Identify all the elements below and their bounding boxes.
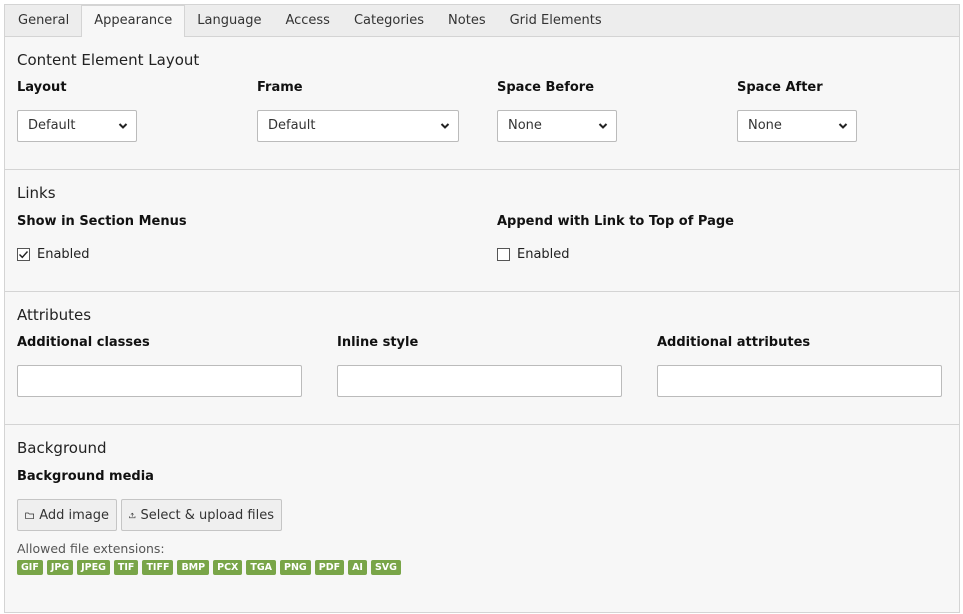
tab-access[interactable]: Access bbox=[273, 5, 342, 36]
link-to-top-option: Enabled bbox=[517, 247, 570, 262]
space-after-select[interactable]: None bbox=[737, 110, 857, 142]
links-section: Links Show in Section Menus Enabled Appe… bbox=[5, 170, 959, 292]
frame-label: Frame bbox=[257, 80, 303, 95]
tab-grid-elements[interactable]: Grid Elements bbox=[498, 5, 614, 36]
tab-appearance[interactable]: Appearance bbox=[81, 5, 186, 37]
section-menus-option: Enabled bbox=[37, 247, 90, 262]
extension-badge: PCX bbox=[213, 560, 243, 575]
checkbox[interactable] bbox=[17, 248, 30, 261]
folder-icon bbox=[25, 512, 34, 519]
extension-badge: GIF bbox=[17, 560, 43, 575]
frame-select-value: Default bbox=[268, 118, 316, 133]
additional-attributes-input[interactable] bbox=[657, 365, 942, 397]
tab-notes[interactable]: Notes bbox=[436, 5, 498, 36]
tab-categories[interactable]: Categories bbox=[342, 5, 436, 36]
space-after-label: Space After bbox=[737, 80, 823, 95]
extension-badges: GIF JPG JPEG TIF TIFF BMP PCX TGA PNG PD… bbox=[17, 560, 405, 575]
frame-select[interactable]: Default bbox=[257, 110, 459, 142]
chevron-down-icon bbox=[440, 123, 450, 129]
section-title-attributes: Attributes bbox=[17, 306, 92, 324]
background-section: Background Background media Add image Se… bbox=[5, 425, 959, 612]
add-image-button[interactable]: Add image bbox=[17, 499, 117, 531]
inline-style-input[interactable] bbox=[337, 365, 622, 397]
extension-badge: JPEG bbox=[77, 560, 110, 575]
extension-badge: PNG bbox=[280, 560, 311, 575]
select-upload-button[interactable]: Select & upload files bbox=[121, 499, 282, 531]
layout-select-value: Default bbox=[28, 118, 76, 133]
space-after-value: None bbox=[748, 118, 782, 133]
section-menus-checkbox[interactable]: Enabled bbox=[17, 247, 90, 262]
layout-select[interactable]: Default bbox=[17, 110, 137, 142]
additional-classes-input[interactable] bbox=[17, 365, 302, 397]
allowed-extensions-label: Allowed file extensions: bbox=[17, 541, 165, 556]
extension-badge: JPG bbox=[46, 560, 74, 575]
extension-badge: TIFF bbox=[142, 560, 174, 575]
extension-badge: BMP bbox=[177, 560, 210, 575]
space-before-value: None bbox=[508, 118, 542, 133]
extension-badge: SVG bbox=[370, 560, 401, 575]
extension-badge: AI bbox=[348, 560, 367, 575]
attributes-section: Attributes Additional classes Inline sty… bbox=[5, 292, 959, 425]
layout-section: Content Element Layout Layout Default Fr… bbox=[5, 37, 959, 170]
additional-attributes-label: Additional attributes bbox=[657, 335, 811, 350]
add-image-label: Add image bbox=[39, 507, 109, 523]
section-menus-label: Show in Section Menus bbox=[17, 214, 187, 229]
section-title-layout: Content Element Layout bbox=[17, 51, 200, 69]
extension-badge: TIF bbox=[113, 560, 139, 575]
link-to-top-checkbox[interactable]: Enabled bbox=[497, 247, 570, 262]
extension-badge: TGA bbox=[246, 560, 277, 575]
checkbox[interactable] bbox=[497, 248, 510, 261]
chevron-down-icon bbox=[598, 123, 608, 129]
tab-language[interactable]: Language bbox=[185, 5, 273, 36]
layout-label: Layout bbox=[17, 80, 67, 95]
upload-icon bbox=[129, 512, 136, 518]
appearance-panel: Content Element Layout Layout Default Fr… bbox=[4, 36, 960, 613]
inline-style-label: Inline style bbox=[337, 335, 419, 350]
section-title-background: Background bbox=[17, 439, 107, 457]
tab-bar: General Appearance Language Access Categ… bbox=[4, 4, 960, 37]
background-media-label: Background media bbox=[17, 469, 154, 484]
content-element-editor: General Appearance Language Access Categ… bbox=[4, 4, 960, 613]
check-icon bbox=[19, 251, 29, 259]
space-before-label: Space Before bbox=[497, 80, 595, 95]
chevron-down-icon bbox=[118, 123, 128, 129]
chevron-down-icon bbox=[838, 123, 848, 129]
tab-general[interactable]: General bbox=[6, 5, 81, 36]
section-title-links: Links bbox=[17, 184, 56, 202]
extension-badge: PDF bbox=[314, 560, 345, 575]
link-to-top-label: Append with Link to Top of Page bbox=[497, 214, 734, 229]
upload-label: Select & upload files bbox=[140, 507, 275, 523]
additional-classes-label: Additional classes bbox=[17, 335, 150, 350]
space-before-select[interactable]: None bbox=[497, 110, 617, 142]
